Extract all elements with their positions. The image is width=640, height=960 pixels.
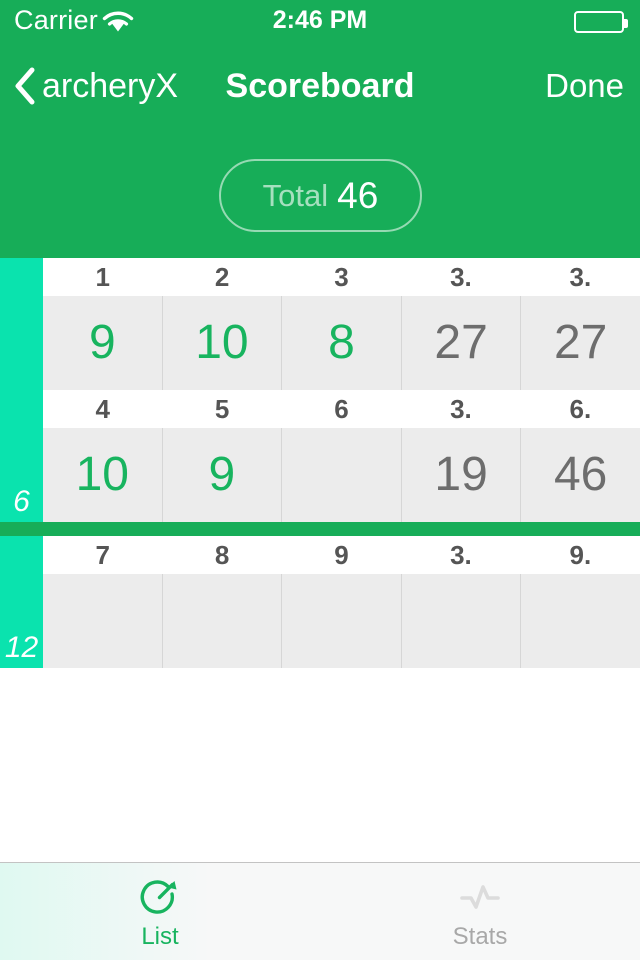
score-row bbox=[43, 574, 640, 668]
column-header-row: 4 5 6 3. 6. bbox=[43, 390, 640, 428]
column-header-cell: 8 bbox=[214, 539, 230, 570]
column-header-cell: 3. bbox=[450, 261, 472, 292]
column-header-cell: 7 bbox=[95, 539, 110, 570]
end-rows: 7 8 9 3. 9. bbox=[43, 536, 640, 668]
navigation-header: Carrier 2:46 PM archeryX Scoreboard Done… bbox=[0, 0, 640, 258]
column-header-cell: 4 bbox=[95, 393, 110, 424]
column-header-cell: 2 bbox=[214, 261, 230, 292]
score-cell[interactable] bbox=[282, 574, 402, 668]
score-cell[interactable] bbox=[43, 574, 163, 668]
sum-cell: 19 bbox=[402, 428, 522, 522]
column-header-row: 1 2 3 3. 3. bbox=[43, 258, 640, 296]
end-rail: 6 bbox=[0, 258, 43, 522]
app-root: Carrier 2:46 PM archeryX Scoreboard Done… bbox=[0, 0, 640, 960]
end-separator bbox=[0, 522, 640, 536]
score-cell[interactable] bbox=[282, 428, 402, 522]
score-row: 10 9 19 46 bbox=[43, 428, 640, 522]
sum-cell bbox=[402, 574, 522, 668]
score-cell[interactable]: 10 bbox=[43, 428, 163, 522]
column-header-cell: 6 bbox=[334, 393, 349, 424]
target-arrow-icon bbox=[138, 875, 182, 919]
score-cell[interactable]: 9 bbox=[43, 296, 163, 390]
sum-cell: 27 bbox=[402, 296, 522, 390]
scoreboard-table[interactable]: 6 1 2 3 3. 3. 9 10 8 27 27 4 5 6 3. 6. 10 9 19 46 12 7 8 9 3. 9. bbox=[0, 258, 640, 860]
tab-list[interactable]: List bbox=[0, 863, 320, 960]
column-header-cell: 3. bbox=[450, 393, 472, 424]
end-rail: 12 bbox=[0, 536, 43, 668]
column-header-cell: 9 bbox=[334, 539, 349, 570]
column-header-cell: 6. bbox=[569, 393, 592, 424]
status-bar: Carrier 2:46 PM bbox=[0, 0, 640, 40]
sum-cell: 27 bbox=[553, 316, 608, 369]
tab-stats[interactable]: Stats bbox=[320, 863, 640, 960]
end-rows: 1 2 3 3. 3. 9 10 8 27 27 4 5 6 3. 6. 10 9 19 46 bbox=[43, 258, 640, 522]
sum-cell: 46 bbox=[553, 448, 608, 501]
column-header-cell: 5 bbox=[214, 393, 230, 424]
column-header-cell: 1 bbox=[95, 261, 110, 292]
score-cell[interactable]: 8 bbox=[282, 296, 402, 390]
score-cell[interactable]: 9 bbox=[163, 428, 283, 522]
tab-bar: List Stats bbox=[0, 862, 640, 960]
end-block: 12 7 8 9 3. 9. bbox=[0, 536, 640, 668]
clock-label: 2:46 PM bbox=[272, 6, 368, 34]
score-row: 9 10 8 27 27 bbox=[43, 296, 640, 390]
done-button[interactable]: Done bbox=[545, 48, 624, 124]
end-number: 12 bbox=[4, 631, 39, 664]
pulse-line-icon bbox=[458, 875, 502, 919]
nav-bar: archeryX Scoreboard Done bbox=[0, 48, 640, 124]
end-block: 6 1 2 3 3. 3. 9 10 8 27 27 4 5 6 3. 6. 10 9 19 46 bbox=[0, 258, 640, 522]
column-header-cell: 9. bbox=[569, 539, 592, 570]
tab-list-label: List bbox=[141, 922, 179, 950]
column-header-cell: 3. bbox=[569, 261, 592, 292]
column-header-cell: 3 bbox=[334, 261, 349, 292]
column-header-cell: 3. bbox=[450, 539, 472, 570]
total-label: Total bbox=[262, 177, 329, 213]
total-badge: Total 46 bbox=[219, 159, 422, 232]
tab-stats-label: Stats bbox=[452, 922, 508, 950]
total-value: 46 bbox=[337, 174, 379, 216]
score-cell[interactable] bbox=[163, 574, 283, 668]
column-header-row: 7 8 9 3. 9. bbox=[43, 536, 640, 574]
battery-icon bbox=[574, 11, 628, 33]
end-number: 6 bbox=[13, 485, 30, 518]
sum-cell bbox=[521, 574, 640, 668]
page-title: Scoreboard bbox=[225, 66, 415, 105]
score-cell[interactable]: 10 bbox=[163, 296, 283, 390]
